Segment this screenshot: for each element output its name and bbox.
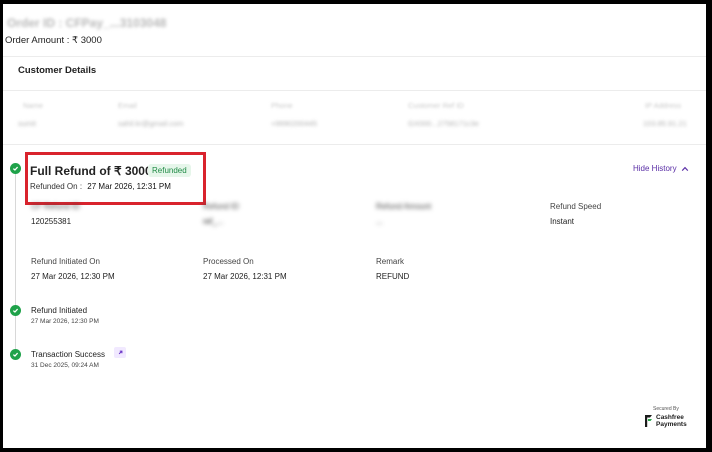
- brand-line-2: Payments: [656, 421, 687, 428]
- order-id: Order ID : CFPay_...3103048: [7, 16, 167, 30]
- refund-id-value: ref_...: [203, 217, 224, 226]
- customer-details-title: Customer Details: [18, 65, 97, 76]
- cd-header-name: Name: [23, 101, 44, 110]
- brand-line-1: Cashfree: [656, 414, 684, 421]
- secured-by-label: Secured By: [653, 406, 679, 412]
- order-details-panel: Order ID : CFPay_...3103048 Order Amount…: [3, 4, 706, 448]
- refund-amount-label: Refund Amount: [376, 202, 432, 211]
- success-check-icon: [10, 163, 21, 174]
- timeline-line: [15, 170, 16, 360]
- event-title-transaction-success: Transaction Success: [31, 350, 105, 359]
- processed-on-value: 27 Mar 2026, 12:31 PM: [203, 272, 287, 281]
- cd-value-email: sahil.kr@gmail.com: [118, 119, 184, 128]
- cd-header-ip: IP Address: [645, 101, 682, 110]
- cd-header-phone: Phone: [271, 101, 293, 110]
- event-title-refund-initiated: Refund Initiated: [31, 306, 88, 315]
- cd-value-ip: 103.85.91.21: [643, 119, 687, 128]
- success-check-icon: [10, 349, 21, 360]
- cd-header-customer-ref: Customer Ref ID: [408, 101, 464, 110]
- divider: [3, 56, 706, 57]
- highlight-box: [25, 152, 206, 205]
- refund-speed-label: Refund Speed: [550, 202, 602, 211]
- hide-history-button[interactable]: Hide History: [633, 164, 689, 173]
- cd-value-name: sumit: [18, 119, 36, 128]
- arrow-up-right-icon: [118, 350, 122, 355]
- cd-value-phone: +9990200445: [271, 119, 318, 128]
- cf-refund-id-value: 120255381: [31, 217, 72, 226]
- cashfree-logo-icon: [645, 415, 652, 427]
- cf-refund-id-label: CF Refund ID: [31, 202, 80, 211]
- processed-on-label: Processed On: [203, 257, 254, 266]
- success-check-icon: [10, 305, 21, 316]
- remark-label: Remark: [376, 257, 405, 266]
- refund-initiated-on-value: 27 Mar 2026, 12:30 PM: [31, 272, 115, 281]
- divider: [3, 144, 706, 145]
- refund-amount-value: ...: [376, 217, 383, 226]
- order-amount: Order Amount : ₹ 3000: [5, 35, 102, 46]
- cashfree-logo: Cashfree Payments: [644, 414, 687, 428]
- cd-header-email: Email: [118, 101, 137, 110]
- open-link-button[interactable]: [114, 347, 126, 358]
- event-date-transaction-success: 31 Dec 2025, 09:24 AM: [31, 362, 99, 369]
- refund-id-label: Refund ID: [203, 202, 240, 211]
- hide-history-label: Hide History: [633, 164, 677, 173]
- cd-value-customer-ref: GX000...2758171c3e: [408, 119, 479, 128]
- chevron-up-icon: [681, 166, 688, 171]
- refund-initiated-on-label: Refund Initiated On: [31, 257, 100, 266]
- event-date-refund-initiated: 27 Mar 2026, 12:30 PM: [31, 318, 99, 325]
- refund-speed-value: Instant: [550, 217, 575, 226]
- remark-value: REFUND: [376, 272, 410, 281]
- divider: [3, 90, 706, 91]
